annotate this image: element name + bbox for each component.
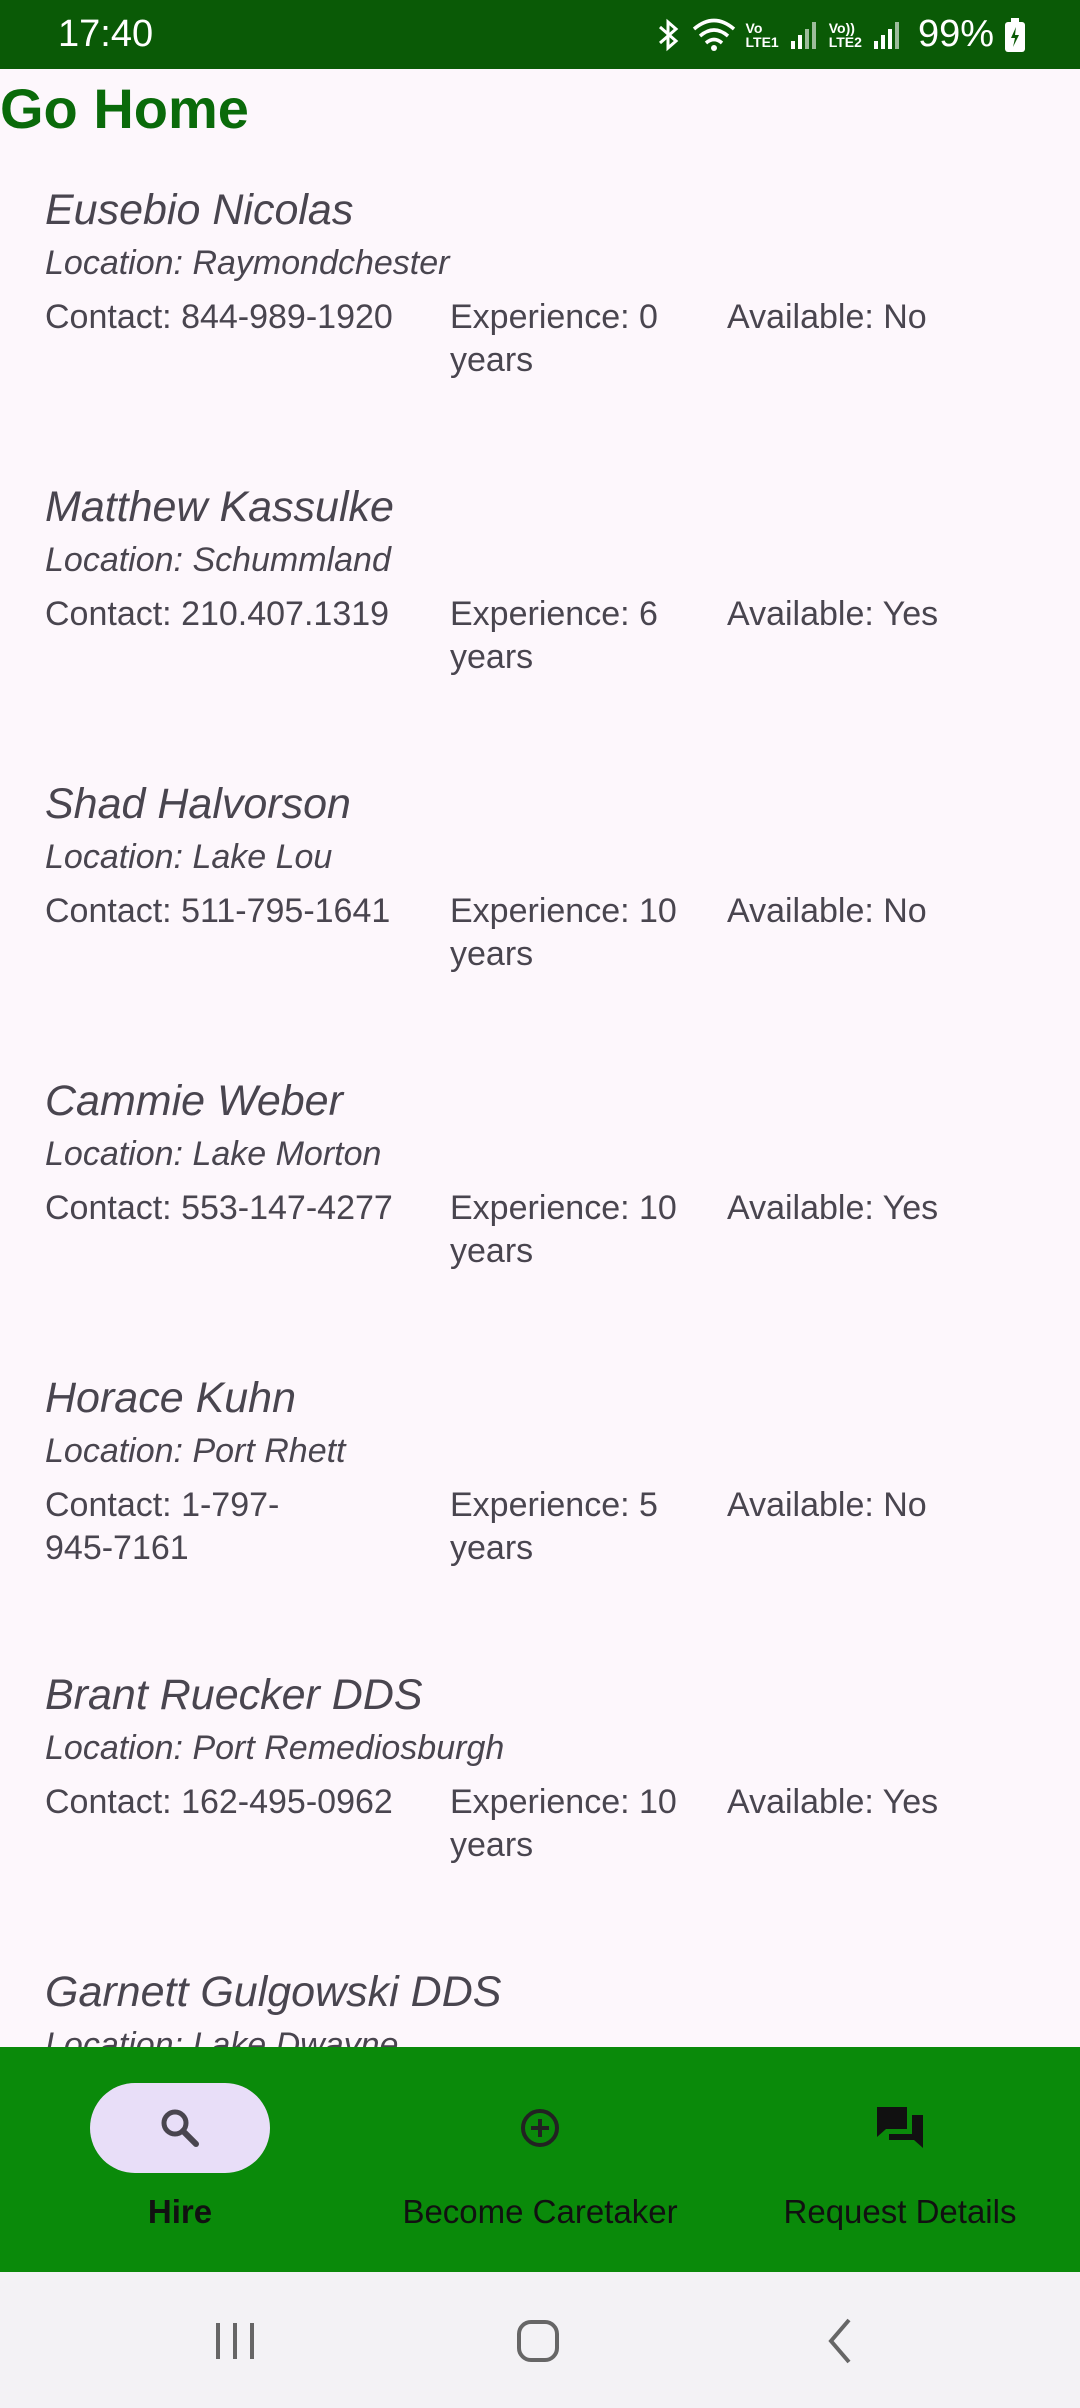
- nav-label-hire: Hire: [147, 2193, 213, 2230]
- caretaker-availability: Available: No: [727, 298, 927, 336]
- caretaker-experience: Experience: 10 years: [450, 892, 677, 973]
- nav-label-request-details: Request Details: [783, 2193, 1017, 2230]
- caretaker-name: Eusebio Nicolas: [45, 186, 354, 234]
- caretaker-location: Location: Lake Morton: [45, 1135, 382, 1173]
- page-title: Go Home: [0, 77, 249, 140]
- system-navigation-bar: [0, 2272, 1080, 2408]
- caretaker-name: Matthew Kassulke: [45, 483, 394, 531]
- caretaker-name: Cammie Weber: [45, 1077, 343, 1125]
- caretaker-card[interactable]: Eusebio Nicolas Location: Raymondchester…: [45, 186, 1045, 483]
- caretaker-location: Location: Lake Dwayne: [45, 2026, 399, 2047]
- home-icon[interactable]: [503, 2306, 573, 2376]
- forum-icon: [870, 2098, 930, 2158]
- nav-item-hire[interactable]: Hire: [0, 2047, 360, 2272]
- caretaker-contact: Contact: 1-797-945-7161: [45, 1486, 280, 1567]
- bottom-navigation: Hire Become Caretaker Request Details: [0, 2047, 1080, 2272]
- caretaker-contact: Contact: 844-989-1920: [45, 298, 393, 336]
- caretaker-list[interactable]: Go Home Eusebio Nicolas Location: Raymon…: [0, 0, 1080, 2047]
- caretaker-card[interactable]: Shad Halvorson Location: Lake Lou Contac…: [45, 780, 1045, 1077]
- caretaker-card[interactable]: Garnett Gulgowski DDS Location: Lake Dwa…: [45, 1968, 1045, 2047]
- caretaker-card[interactable]: Matthew Kassulke Location: Schummland Co…: [45, 483, 1045, 780]
- nav-label-become-caretaker: Become Caretaker: [402, 2193, 678, 2230]
- caretaker-experience: Experience: 6 years: [450, 595, 658, 676]
- caretaker-experience: Experience: 0 years: [450, 298, 658, 379]
- caretaker-contact: Contact: 210.407.1319: [45, 595, 390, 633]
- back-icon[interactable]: [806, 2306, 876, 2376]
- caretaker-name: Shad Halvorson: [45, 780, 351, 828]
- search-icon: [150, 2098, 210, 2158]
- caretaker-name: Brant Ruecker DDS: [45, 1671, 423, 1719]
- caretaker-availability: Available: No: [727, 1486, 927, 1524]
- caretaker-card[interactable]: Horace Kuhn Location: Port Rhett Contact…: [45, 1374, 1045, 1671]
- caretaker-availability: Available: Yes: [727, 1189, 939, 1227]
- add-circle-icon: [510, 2098, 570, 2158]
- caretaker-card[interactable]: Cammie Weber Location: Lake Morton Conta…: [45, 1077, 1045, 1374]
- caretaker-availability: Available: Yes: [727, 1783, 939, 1821]
- caretaker-experience: Experience: 10 years: [450, 1189, 677, 1270]
- caretaker-location: Location: Port Rhett: [45, 1432, 346, 1470]
- caretaker-location: Location: Lake Lou: [45, 838, 333, 876]
- caretaker-experience: Experience: 10 years: [450, 1783, 677, 1864]
- caretaker-name: Horace Kuhn: [45, 1374, 296, 1422]
- caretaker-location: Location: Schummland: [45, 541, 391, 579]
- caretaker-location: Location: Port Remediosburgh: [45, 1729, 505, 1767]
- caretaker-card[interactable]: Brant Ruecker DDS Location: Port Remedio…: [45, 1671, 1045, 1968]
- caretaker-location: Location: Raymondchester: [45, 244, 450, 282]
- caretaker-experience: Experience: 5 years: [450, 1486, 658, 1567]
- caretaker-contact: Contact: 511-795-1641: [45, 892, 391, 930]
- nav-item-become-caretaker[interactable]: Become Caretaker: [360, 2047, 720, 2272]
- caretaker-availability: Available: No: [727, 892, 927, 930]
- caretaker-contact: Contact: 162-495-0962: [45, 1783, 393, 1821]
- recent-apps-icon[interactable]: [200, 2306, 270, 2376]
- caretaker-name: Garnett Gulgowski DDS: [45, 1968, 502, 2016]
- nav-item-request-details[interactable]: Request Details: [720, 2047, 1080, 2272]
- caretaker-contact: Contact: 553-147-4277: [45, 1189, 393, 1227]
- caretaker-availability: Available: Yes: [727, 595, 939, 633]
